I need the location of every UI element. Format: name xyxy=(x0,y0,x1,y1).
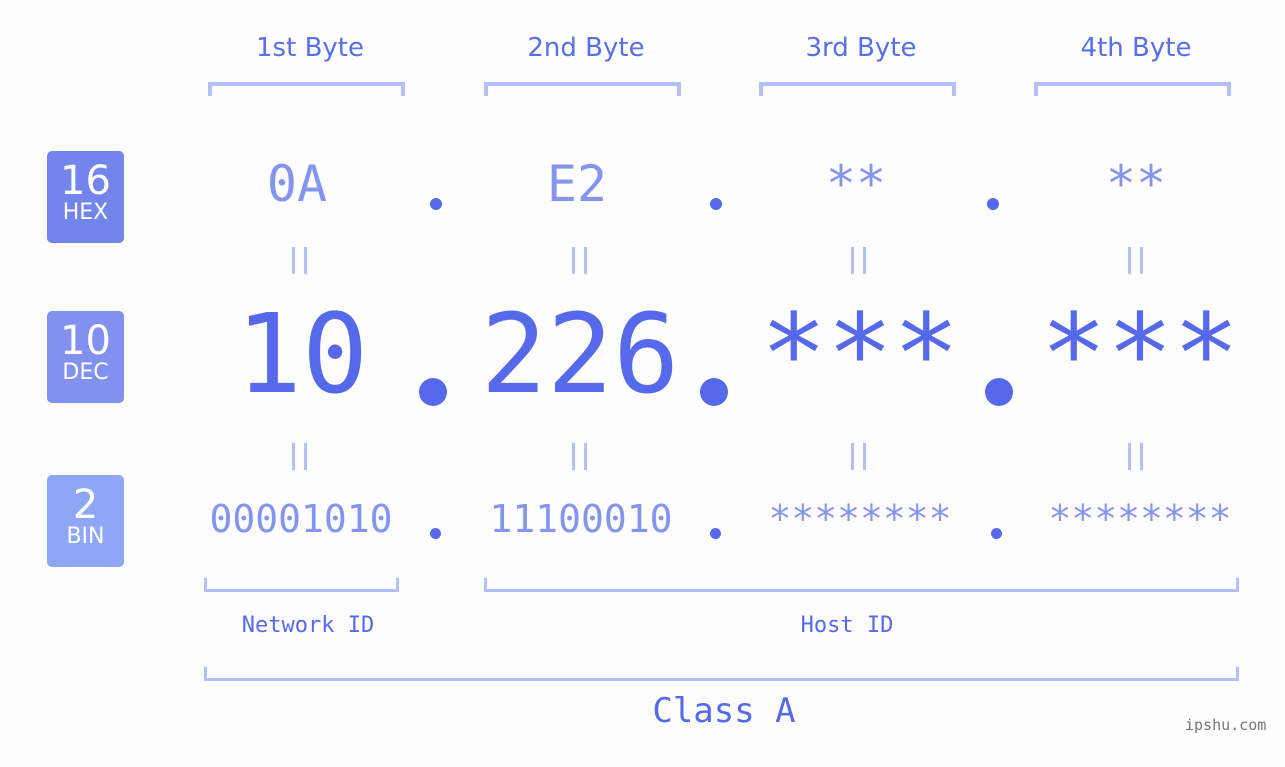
site-watermark: ipshu.com xyxy=(1185,716,1267,734)
byte-label-3: 3rd Byte xyxy=(805,33,917,63)
class-bracket xyxy=(204,667,1239,681)
equals-icon xyxy=(1128,247,1143,274)
hex-value-4: ** xyxy=(1105,155,1167,213)
bin-value-3: ******** xyxy=(768,497,952,541)
hex-badge-label: HEX xyxy=(62,200,109,225)
equals-icon xyxy=(851,247,866,274)
dec-badge-label: DEC xyxy=(62,360,109,385)
dec-value-4: *** xyxy=(1040,290,1240,418)
dec-dot-1 xyxy=(419,378,447,406)
hex-value-3: ** xyxy=(825,155,887,213)
bin-dot-1 xyxy=(430,528,441,539)
host-id-bracket xyxy=(484,578,1239,592)
bin-badge-number: 2 xyxy=(72,482,99,528)
equals-icon xyxy=(292,247,307,274)
equals-icon xyxy=(851,443,866,470)
byte-label-2: 2nd Byte xyxy=(527,33,645,63)
network-id-bracket xyxy=(204,578,399,592)
class-label: Class A xyxy=(652,691,796,731)
bin-value-1: 00001010 xyxy=(209,497,393,541)
equals-icon xyxy=(572,247,587,274)
bin-badge-label: BIN xyxy=(66,524,105,549)
hex-badge: 16 HEX xyxy=(47,151,124,243)
equals-icon xyxy=(572,443,587,470)
bin-value-4: ******** xyxy=(1048,497,1232,541)
hex-dot-2 xyxy=(710,198,722,210)
hex-value-1: 0A xyxy=(266,155,328,213)
network-id-label: Network ID xyxy=(241,613,375,638)
byte-label-1: 1st Byte xyxy=(256,33,364,63)
dec-value-3: *** xyxy=(760,290,960,418)
dec-value-2: 226 xyxy=(480,290,680,418)
hex-value-2: E2 xyxy=(546,155,608,213)
equals-icon xyxy=(1128,443,1143,470)
byte-bracket-4 xyxy=(1034,82,1231,96)
bin-value-2: 11100010 xyxy=(489,497,673,541)
dec-value-1: 10 xyxy=(235,290,369,418)
byte-bracket-3 xyxy=(759,82,956,96)
hex-dot-1 xyxy=(430,198,442,210)
hex-dot-3 xyxy=(987,198,999,210)
bin-badge: 2 BIN xyxy=(47,475,124,567)
bin-dot-3 xyxy=(991,528,1002,539)
bin-dot-2 xyxy=(710,528,721,539)
equals-icon xyxy=(292,443,307,470)
byte-bracket-2 xyxy=(484,82,681,96)
dec-badge-number: 10 xyxy=(60,318,111,364)
dec-dot-3 xyxy=(985,378,1013,406)
byte-bracket-1 xyxy=(208,82,405,96)
byte-label-4: 4th Byte xyxy=(1080,33,1192,63)
dec-dot-2 xyxy=(700,378,728,406)
dec-badge: 10 DEC xyxy=(47,311,124,403)
host-id-label: Host ID xyxy=(800,613,894,638)
hex-badge-number: 16 xyxy=(60,158,111,204)
